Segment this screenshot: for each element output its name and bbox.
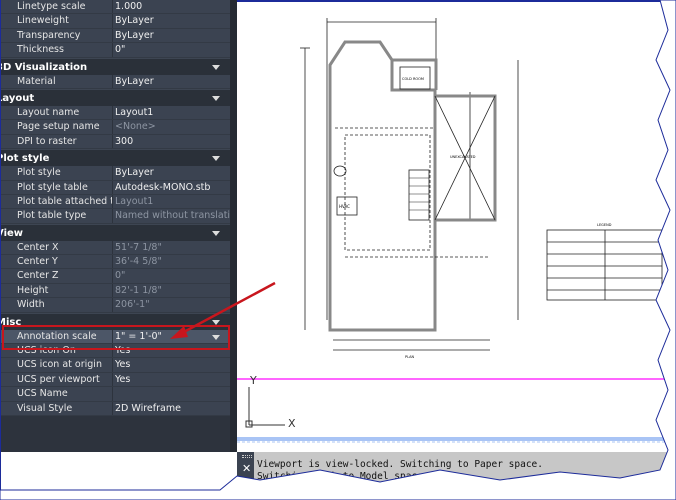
property-label: Material (6, 74, 113, 88)
command-line-handle[interactable] (237, 452, 254, 500)
command-history-line: Switching back to Model space. (257, 471, 429, 482)
property-value[interactable]: 51'-7 1/8" (113, 241, 230, 254)
property-value[interactable]: 0" (113, 269, 230, 282)
hvac-label: HVAC (339, 204, 350, 209)
property-row[interactable]: Width 206'-1" (0, 298, 230, 313)
property-label: DPI to raster (6, 134, 113, 149)
property-row[interactable]: Linetype scale 1.000 (0, 0, 230, 15)
property-value[interactable]: 300 (113, 135, 230, 148)
legend-label: LEGEND (597, 223, 612, 227)
drawing-viewport[interactable]: COLD ROOM UNEXCAVATED HVAC LEGEND PLAN Y… (237, 0, 676, 452)
collapse-icon[interactable] (212, 319, 220, 325)
viewport-band (237, 437, 676, 441)
property-row[interactable]: Plot style ByLayer (0, 166, 230, 181)
section-header[interactable]: View (0, 223, 230, 241)
property-row[interactable]: Visual Style 2D Wireframe (0, 401, 230, 416)
property-row[interactable]: Plot table attached to Layout1 (0, 194, 230, 210)
property-label: Thickness (6, 43, 113, 57)
property-label: UCS Name (6, 387, 113, 401)
property-row[interactable]: UCS per viewport Yes (0, 372, 230, 388)
collapse-icon[interactable] (212, 156, 220, 162)
scrollbar[interactable] (230, 0, 237, 452)
command-line[interactable]: Viewport is view-locked. Switching to Pa… (237, 452, 676, 500)
property-label: Layout name (6, 105, 113, 120)
cold-room-label: COLD ROOM (402, 77, 424, 81)
property-label: Transparency (6, 28, 113, 43)
property-value[interactable]: Named without translatio... (113, 209, 230, 222)
properties-palette: Linetype scale 1.000 Lineweight ByLayer Tran… (0, 0, 237, 452)
ucs-icon (245, 387, 285, 428)
property-label: Plot style table (6, 180, 113, 194)
property-label: Center Y (6, 255, 113, 269)
property-label: Visual Style (6, 401, 113, 415)
section-title: Plot style (0, 153, 50, 165)
collapse-icon[interactable] (212, 230, 220, 236)
property-value[interactable]: 36'-4 5/8" (113, 255, 230, 268)
property-row[interactable]: Material ByLayer (0, 74, 230, 89)
property-label: Plot table type (6, 209, 113, 223)
property-label: Page setup name (6, 120, 113, 134)
property-label: Center Z (6, 269, 113, 283)
property-value[interactable]: ByLayer (113, 29, 230, 42)
property-row[interactable]: Center Y 36'-4 5/8" (0, 255, 230, 270)
property-label: Width (6, 298, 113, 312)
property-row[interactable]: Plot style table Autodesk-MONO.stb (0, 180, 230, 195)
property-value[interactable]: Layout1 (113, 106, 230, 119)
property-value[interactable]: <None> (113, 120, 230, 133)
section-header[interactable]: 3D Visualization (0, 57, 230, 75)
property-row[interactable]: UCS Name (0, 387, 230, 402)
property-value[interactable] (113, 387, 230, 400)
property-value[interactable]: Yes (113, 358, 230, 371)
property-row[interactable]: Transparency ByLayer (0, 28, 230, 44)
property-value[interactable]: ByLayer (113, 166, 230, 179)
close-icon[interactable]: ✕ (242, 462, 251, 475)
property-label: Center X (6, 240, 113, 255)
ucs-x-label: X (288, 417, 296, 430)
grip-icon[interactable] (242, 455, 252, 458)
collapse-icon[interactable] (212, 64, 220, 70)
floor-plan-drawing: COLD ROOM UNEXCAVATED HVAC LEGEND PLAN Y… (237, 18, 676, 443)
property-label: Lineweight (6, 14, 113, 28)
property-value[interactable]: 0" (113, 43, 230, 56)
property-row[interactable]: Center X 51'-7 1/8" (0, 240, 230, 256)
section-title: Layout (0, 92, 35, 104)
property-row[interactable]: Layout name Layout1 (0, 105, 230, 121)
property-value[interactable]: 2D Wireframe (113, 402, 230, 415)
property-value[interactable]: 1.000 (113, 0, 230, 13)
section-header[interactable]: Layout (0, 88, 230, 106)
property-row[interactable]: Page setup name <None> (0, 120, 230, 135)
property-value[interactable]: ByLayer (113, 75, 230, 88)
property-value[interactable]: Yes (113, 373, 230, 386)
section-header[interactable]: Plot style (0, 149, 230, 167)
property-row[interactable]: Center Z 0" (0, 269, 230, 284)
highlight-box (2, 325, 230, 350)
property-value[interactable]: 206'-1" (113, 298, 230, 311)
ucs-y-label: Y (249, 374, 257, 387)
property-row[interactable]: Plot table typeNamed without translatio.… (0, 209, 230, 224)
property-row[interactable]: DPI to raster 300 (0, 134, 230, 150)
property-label: Plot table attached to (6, 194, 113, 209)
collapse-icon[interactable] (212, 95, 220, 101)
property-value[interactable]: Autodesk-MONO.stb (113, 181, 230, 194)
property-value[interactable]: 82'-1 1/8" (113, 284, 230, 297)
property-row[interactable]: Height 82'-1 1/8" (0, 283, 230, 299)
command-history-line: Viewport is view-locked. Switching to Pa… (257, 459, 543, 470)
property-row[interactable]: UCS icon at origin Yes (0, 358, 230, 373)
property-label: Height (6, 283, 113, 298)
property-value[interactable]: Layout1 (113, 195, 230, 208)
property-value[interactable]: ByLayer (113, 14, 230, 27)
properties-list: Linetype scale 1.000 Lineweight ByLayer Tran… (0, 0, 230, 416)
unexcavated-label: UNEXCAVATED (450, 155, 476, 159)
property-row[interactable]: Lineweight ByLayer (0, 14, 230, 29)
property-row[interactable]: Thickness 0" (0, 43, 230, 58)
property-label: Linetype scale (6, 0, 113, 14)
property-label: Plot style (6, 166, 113, 180)
section-title: 3D Visualization (0, 61, 88, 73)
section-title: View (0, 227, 24, 239)
property-label: UCS icon at origin (6, 358, 113, 372)
property-label: UCS per viewport (6, 372, 113, 387)
plan-label: PLAN (405, 355, 415, 359)
